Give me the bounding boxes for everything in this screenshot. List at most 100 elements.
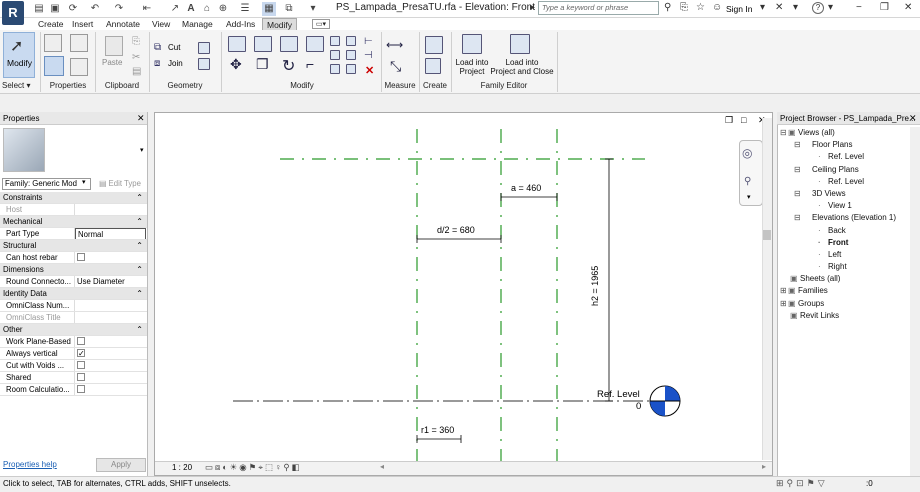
family-dropdown-icon[interactable]: ▾ (82, 178, 86, 186)
tab-create[interactable]: Create (38, 18, 64, 30)
property-value[interactable]: Normal (75, 228, 146, 239)
subscription-icon[interactable]: ⎘ (680, 2, 688, 13)
collapse-icon[interactable]: ⌃ (136, 264, 143, 275)
browser-item[interactable]: · Right (780, 261, 908, 273)
family-category-icon[interactable] (70, 34, 88, 52)
property-row[interactable]: Room Calculatio... (0, 384, 147, 396)
undo-icon[interactable]: ↶ (88, 2, 102, 16)
collapse-icon[interactable]: ⌃ (136, 324, 143, 335)
property-row[interactable]: Cut with Voids ... (0, 360, 147, 372)
load-into-project-button[interactable]: Load into Project (452, 58, 492, 76)
cut-geometry-icon[interactable]: ⧉ (154, 42, 161, 53)
measure-icon[interactable]: ⇤ (140, 2, 154, 16)
sign-in-button[interactable]: Sign In (726, 4, 752, 14)
horizontal-scroll-left-icon[interactable]: ◂ (380, 462, 384, 471)
close-properties-icon[interactable]: ✕ (137, 113, 145, 124)
browser-item[interactable]: · Ref. Level (780, 151, 908, 163)
tab-view[interactable]: View (152, 18, 170, 30)
browser-item[interactable]: ⊟▣ Views (all) (780, 127, 908, 139)
close-hidden-icon[interactable]: ▦ (262, 2, 276, 16)
property-checkbox[interactable] (77, 373, 85, 381)
property-row[interactable]: Round Connecto... Use Diameter (0, 276, 147, 288)
filter-count[interactable]: :0 (866, 479, 873, 488)
scale-icon[interactable] (346, 50, 356, 60)
tab-add-ins[interactable]: Add-Ins (226, 18, 255, 30)
property-category[interactable]: Mechanical ⌃ (0, 216, 147, 228)
join-geometry-icon[interactable]: ⧈ (154, 58, 160, 69)
thin-lines-icon[interactable]: ☰ (238, 2, 252, 16)
property-value[interactable] (75, 312, 146, 323)
browser-item[interactable]: ▣ Revit Links (780, 310, 908, 322)
ribbon-toggle-icon[interactable]: ▭▾ (312, 19, 330, 29)
switch-windows-icon[interactable]: ⧉ (282, 2, 296, 16)
steering-wheel-icon[interactable]: ◎ (742, 146, 752, 160)
browser-item[interactable]: ⊞▣ Groups (780, 298, 908, 310)
copy-element-icon[interactable]: ❐ (256, 56, 269, 73)
family-types-icon[interactable] (44, 34, 62, 52)
property-checkbox[interactable] (77, 337, 85, 345)
load-into-project-icon[interactable] (462, 34, 482, 54)
browser-item[interactable]: ⊟ Floor Plans (780, 139, 908, 151)
offset-icon[interactable] (254, 36, 272, 52)
dimension-d2-label[interactable]: d/2 = 680 (437, 225, 475, 235)
restore-icon[interactable]: ❐ (880, 2, 889, 13)
help-button[interactable]: ? (812, 2, 824, 14)
3d-view-icon[interactable]: ⌂ (200, 2, 214, 16)
mirror-draw-icon[interactable] (306, 36, 324, 52)
split-icon[interactable] (330, 36, 340, 46)
tab-annotate[interactable]: Annotate (106, 18, 140, 30)
close-window-icon[interactable]: ✕ (904, 2, 912, 13)
text-icon[interactable]: A (184, 2, 198, 16)
property-row[interactable]: Host (0, 204, 147, 216)
help-icon[interactable]: ▾ (793, 2, 798, 13)
collapse-icon[interactable]: ⊟ (794, 164, 802, 176)
minimize-icon[interactable]: − (856, 2, 862, 13)
trim-icon[interactable]: ⌐ (306, 56, 314, 72)
trim-multiple-icon[interactable] (330, 64, 340, 74)
move-icon[interactable]: ✥ (230, 56, 242, 73)
browser-item[interactable]: · Ref. Level (780, 176, 908, 188)
property-value[interactable] (75, 204, 146, 215)
property-value[interactable] (75, 300, 146, 311)
match-icon[interactable]: ▤ (132, 66, 141, 77)
align-icon[interactable] (228, 36, 246, 52)
property-value[interactable]: Use Diameter (75, 276, 146, 287)
search-arrow-icon[interactable]: ▸ (530, 2, 535, 13)
dimension-h2-label[interactable]: h2 = 1965 (590, 266, 600, 306)
load-into-project-close-icon[interactable] (510, 34, 530, 54)
application-menu-button[interactable]: R (2, 1, 24, 25)
rotate-icon[interactable]: ↻ (282, 56, 295, 76)
mirror-axis-icon[interactable] (280, 36, 298, 52)
vertical-scroll-thumb[interactable] (763, 230, 771, 240)
property-row[interactable]: Can host rebar (0, 252, 147, 264)
view-control-icons[interactable]: ▭⧈◐☀◉⚑⌖⬚♀⚲◧ (205, 462, 302, 473)
delete-icon[interactable]: ✕ (365, 64, 374, 77)
selection-filter-icons[interactable]: ⊞⚲⊡⚑▽ (776, 478, 828, 489)
open-icon[interactable]: ▤ (32, 2, 46, 16)
property-category[interactable]: Other ⌃ (0, 324, 147, 336)
canvas-maximize-icon[interactable]: □ (741, 115, 746, 125)
level-name[interactable]: Ref. Level (597, 389, 640, 400)
browser-item[interactable]: ⊟ Elevations (Elevation 1) (780, 212, 908, 224)
load-into-project-close-button[interactable]: Load into Project and Close (490, 58, 554, 76)
properties-icon[interactable] (44, 56, 64, 76)
type-selector-dropdown-icon[interactable]: ▾ (140, 146, 144, 154)
property-row[interactable]: OmniClass Title (0, 312, 147, 324)
collapse-icon[interactable]: ⌃ (136, 240, 143, 251)
aligned-dimension-icon[interactable]: ⤡ (390, 58, 401, 75)
property-checkbox[interactable] (77, 361, 85, 369)
dimension-a-label[interactable]: a = 460 (511, 183, 541, 193)
browser-item[interactable]: · View 1 (780, 200, 908, 212)
dimension-r1-label[interactable]: r1 = 360 (421, 425, 454, 435)
measure-distance-icon[interactable]: ⟷ (386, 38, 403, 52)
binoculars-icon[interactable]: ⚲ (664, 2, 671, 13)
exchange-icon[interactable]: ✕ (775, 2, 783, 13)
collapse-icon[interactable]: ⌃ (136, 288, 143, 299)
paint-icon[interactable] (198, 58, 210, 70)
tab-manage[interactable]: Manage (182, 18, 213, 30)
tab-modify[interactable]: Modify (262, 18, 298, 30)
view-scale[interactable]: 1 : 20 (172, 463, 192, 472)
paste-icon[interactable] (105, 36, 123, 56)
collapse-icon[interactable]: ⊟ (794, 212, 802, 224)
collapse-icon[interactable]: ⊟ (794, 139, 802, 151)
